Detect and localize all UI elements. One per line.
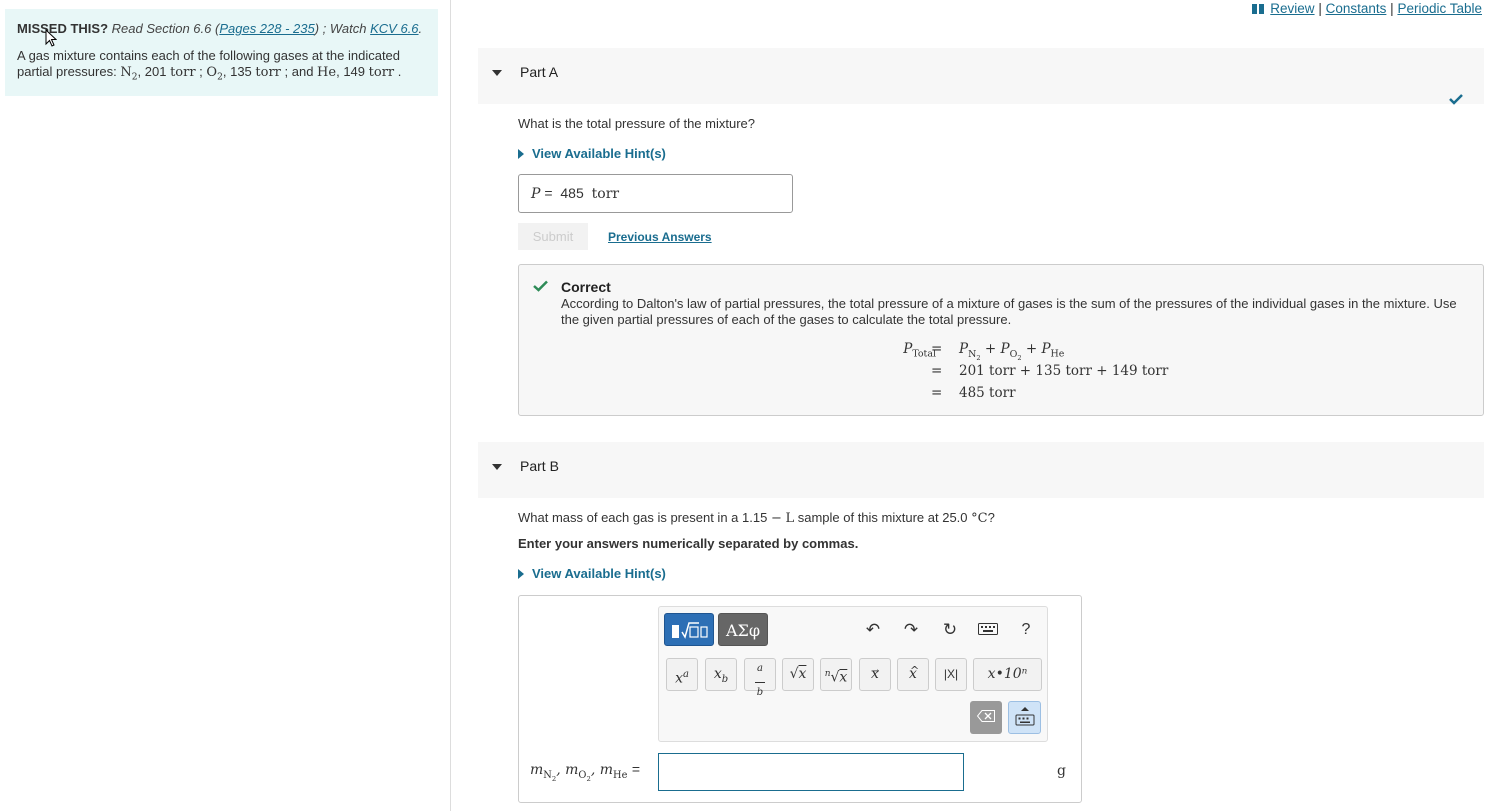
part-a-complete-check-icon [1449, 94, 1463, 105]
book-icon [1251, 4, 1264, 14]
mouse-cursor-icon [45, 29, 57, 47]
hint-label: View Available Hint(s) [532, 566, 666, 581]
temp-unit: °C [971, 511, 988, 526]
square-root-button[interactable]: √x [782, 658, 814, 691]
backspace-button[interactable] [970, 701, 1002, 734]
n2-formula: N2 [120, 65, 138, 83]
answer-value: 485 [560, 185, 584, 201]
mass-answer-input[interactable] [658, 753, 964, 791]
templates-icon [672, 622, 708, 639]
feedback-panel: Correct According to Dalton's law of par… [518, 264, 1484, 416]
read-text: Read Section 6.6 ( [111, 21, 220, 36]
left-column: MISSED THIS? Read Section 6.6 (Pages 228… [0, 0, 451, 811]
eq-row-1: PN2 + PO2 + PHe [959, 341, 1065, 362]
periodic-table-link[interactable]: Periodic Table [1397, 1, 1482, 16]
n2-unit: torr [170, 65, 196, 80]
top-links: Review | Constants | Periodic Table [1251, 1, 1482, 16]
absolute-value-button[interactable]: |X| [935, 658, 967, 691]
keyboard-up-icon [1015, 707, 1034, 726]
superscript-button[interactable]: xa [666, 658, 698, 691]
reset-icon[interactable]: ↻ [939, 619, 961, 641]
separator: | [1318, 1, 1322, 16]
vector-button[interactable]: → x [859, 658, 891, 691]
volume-unit: L [785, 511, 795, 526]
collapse-caret-icon[interactable] [492, 464, 502, 470]
answer-equals: = [544, 185, 553, 201]
n2-value: 201 [144, 64, 167, 79]
part-a-answer-display: P = 485 torr [518, 174, 793, 213]
o2-formula: O2 [206, 65, 223, 83]
question-mid: sample of this mixture at 25.0 [794, 510, 968, 525]
part-b-hint-toggle[interactable]: View Available Hint(s) [518, 566, 666, 581]
templates-button[interactable] [664, 613, 714, 646]
fraction-button[interactable]: ab [744, 658, 776, 698]
question-end: ? [987, 510, 995, 525]
math-toolbar: ΑΣφ ↶ ↷ ↻ ? xa xb ab √x n√x → x ^ x |X| x•… [658, 606, 1048, 742]
nth-root-button[interactable]: n√x [820, 658, 852, 691]
missed-label: MISSED THIS? [17, 21, 109, 36]
part-a-header[interactable]: Part A [478, 48, 1484, 104]
part-a-hint-toggle[interactable]: View Available Hint(s) [518, 146, 666, 161]
redo-icon[interactable]: ↷ [900, 619, 922, 641]
pages-link[interactable]: Pages 228 - 235 [219, 21, 314, 36]
problem-text: A gas mixture contains each of the follo… [17, 48, 402, 83]
backspace-icon [976, 710, 995, 722]
submit-button[interactable]: Submit [518, 223, 588, 250]
help-button[interactable]: ? [1015, 619, 1037, 641]
hint-label: View Available Hint(s) [532, 146, 666, 161]
o2-unit: torr [255, 65, 281, 80]
part-b-question: What mass of each gas is present in a 1.… [518, 510, 995, 526]
part-b-instruction: Enter your answers numerically separated… [518, 536, 859, 551]
answer-unit: g [1057, 763, 1066, 779]
collapse-caret-icon[interactable] [492, 70, 502, 76]
subscript-button[interactable]: xb [705, 658, 737, 691]
o2-value: 135 [230, 64, 252, 79]
part-b-answer-area: ΑΣφ ↶ ↷ ↻ ? xa xb ab √x n√x → x ^ x |X| x•… [518, 595, 1082, 803]
eq-row-3: 485 torr [959, 385, 1016, 401]
expand-triangle-icon [518, 569, 524, 579]
review-link[interactable]: Review [1270, 1, 1314, 16]
separator: | [1390, 1, 1394, 16]
answer-unit: torr [591, 186, 620, 202]
expand-triangle-icon [518, 149, 524, 159]
unit-vector-button[interactable]: ^ x [897, 658, 929, 691]
greek-symbols-button[interactable]: ΑΣφ [718, 613, 768, 646]
constants-link[interactable]: Constants [1326, 1, 1387, 16]
eq-lhs: PTotal [903, 341, 936, 360]
watch-text: ) ; Watch [314, 21, 371, 36]
he-formula: He [317, 65, 337, 80]
missed-this-line: MISSED THIS? Read Section 6.6 (Pages 228… [17, 20, 426, 38]
he-value: 149 [343, 64, 366, 79]
scientific-notation-button[interactable]: x•10ⁿ [973, 658, 1042, 691]
part-a-title: Part A [520, 64, 559, 80]
period: . [418, 21, 423, 36]
feedback-title: Correct [561, 279, 611, 295]
part-b-title: Part B [520, 458, 559, 474]
correct-check-icon [533, 280, 548, 292]
problem-intro: MISSED THIS? Read Section 6.6 (Pages 228… [5, 9, 438, 96]
mass-variables-label: mN2, mO2, mHe = [530, 761, 641, 783]
eq-row-2: 201 torr + 135 torr + 149 torr [959, 363, 1169, 379]
toggle-keyboard-button[interactable] [1008, 701, 1041, 734]
feedback-text: According to Dalton's law of partial pre… [561, 296, 1457, 327]
keyboard-icon[interactable] [977, 619, 999, 641]
kcv-link[interactable]: KCV 6.6 [370, 21, 418, 36]
undo-icon[interactable]: ↶ [862, 619, 884, 641]
part-a-question: What is the total pressure of the mixtur… [518, 116, 755, 131]
question-prefix: What mass of each gas is present in a 1.… [518, 510, 768, 525]
previous-answers-link[interactable]: Previous Answers [608, 230, 712, 244]
he-unit: torr [368, 65, 395, 80]
part-b-header[interactable]: Part B [478, 442, 1484, 498]
answer-variable: P [531, 186, 541, 202]
